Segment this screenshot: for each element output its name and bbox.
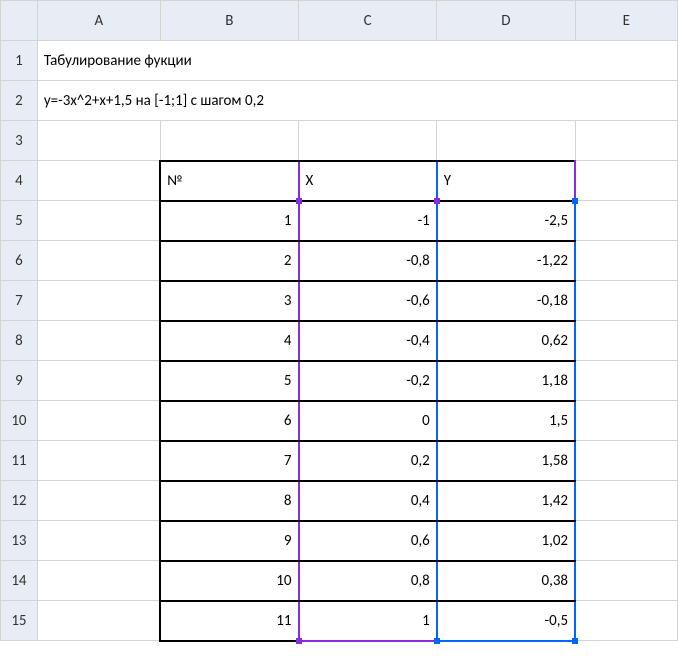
cell-B15[interactable]: 11: [160, 601, 298, 641]
cell-E11[interactable]: [575, 441, 677, 481]
row-header-5[interactable]: 5: [1, 201, 38, 241]
cell-A10[interactable]: [37, 401, 160, 441]
col-header-D[interactable]: D: [437, 1, 575, 41]
cell-C9[interactable]: -0,2: [299, 361, 437, 401]
cell-C14[interactable]: 0,8: [299, 561, 437, 601]
cell-C7[interactable]: -0,6: [299, 281, 437, 321]
cell-D5[interactable]: -2,5: [437, 201, 575, 241]
cell-C10[interactable]: 0: [299, 401, 437, 441]
cell-C6[interactable]: -0,8: [299, 241, 437, 281]
row-header-10[interactable]: 10: [1, 401, 38, 441]
cell-E15[interactable]: [575, 601, 677, 641]
cell-D12[interactable]: 1,42: [437, 481, 575, 521]
cell-E5[interactable]: [575, 201, 677, 241]
col-header-C[interactable]: C: [299, 1, 437, 41]
row-header-14[interactable]: 14: [1, 561, 38, 601]
cell-A3[interactable]: [37, 121, 160, 161]
cell-A5[interactable]: [37, 201, 160, 241]
cell-D14[interactable]: 0,38: [437, 561, 575, 601]
cell-B8[interactable]: 4: [160, 321, 298, 361]
cell-B5[interactable]: 1: [160, 201, 298, 241]
cell-B6[interactable]: 2: [160, 241, 298, 281]
cell-B9[interactable]: 5: [160, 361, 298, 401]
cell-B13[interactable]: 9: [160, 521, 298, 561]
cell-E3[interactable]: [575, 121, 677, 161]
row-header-15[interactable]: 15: [1, 601, 38, 641]
cell-B11[interactable]: 7: [160, 441, 298, 481]
cell-D11[interactable]: 1,58: [437, 441, 575, 481]
cell-C5[interactable]: -1: [299, 201, 437, 241]
cell-E7[interactable]: [575, 281, 677, 321]
cell-D8[interactable]: 0,62: [437, 321, 575, 361]
cell-E14[interactable]: [575, 561, 677, 601]
cell-E6[interactable]: [575, 241, 677, 281]
cell-D9[interactable]: 1,18: [437, 361, 575, 401]
cell-E4[interactable]: [575, 161, 677, 201]
cell-E13[interactable]: [575, 521, 677, 561]
cell-C4[interactable]: X: [299, 161, 437, 201]
col-header-B[interactable]: B: [160, 1, 298, 41]
cell-C15[interactable]: 1: [299, 601, 437, 641]
cell-A4[interactable]: [37, 161, 160, 201]
cell-C11[interactable]: 0,2: [299, 441, 437, 481]
cell-D6[interactable]: -1,22: [437, 241, 575, 281]
cell-E10[interactable]: [575, 401, 677, 441]
cell-C8[interactable]: -0,4: [299, 321, 437, 361]
row-header-8[interactable]: 8: [1, 321, 38, 361]
cell-B4[interactable]: №: [160, 161, 298, 201]
cell-B7[interactable]: 3: [160, 281, 298, 321]
cell-E8[interactable]: [575, 321, 677, 361]
cell-A12[interactable]: [37, 481, 160, 521]
cell-A1[interactable]: Табулирование фукции: [37, 41, 677, 81]
cell-A14[interactable]: [37, 561, 160, 601]
cell-B14[interactable]: 10: [160, 561, 298, 601]
row-header-3[interactable]: 3: [1, 121, 38, 161]
row-header-9[interactable]: 9: [1, 361, 38, 401]
row-header-11[interactable]: 11: [1, 441, 38, 481]
cell-E12[interactable]: [575, 481, 677, 521]
col-header-A[interactable]: A: [37, 1, 160, 41]
cell-A9[interactable]: [37, 361, 160, 401]
cell-A11[interactable]: [37, 441, 160, 481]
cell-A6[interactable]: [37, 241, 160, 281]
cell-D4[interactable]: Y: [437, 161, 575, 201]
row-header-2[interactable]: 2: [1, 81, 38, 121]
row-header-6[interactable]: 6: [1, 241, 38, 281]
cell-B10[interactable]: 6: [160, 401, 298, 441]
cell-D15[interactable]: -0,5: [437, 601, 575, 641]
cell-C12[interactable]: 0,4: [299, 481, 437, 521]
cell-D13[interactable]: 1,02: [437, 521, 575, 561]
cell-C3[interactable]: [299, 121, 437, 161]
cell-A13[interactable]: [37, 521, 160, 561]
col-header-E[interactable]: E: [575, 1, 677, 41]
row-header-13[interactable]: 13: [1, 521, 38, 561]
spreadsheet-grid[interactable]: A B C D E 1 Табулирование фукции 2 y=-3x…: [0, 0, 678, 642]
cell-B12[interactable]: 8: [160, 481, 298, 521]
row-header-4[interactable]: 4: [1, 161, 38, 201]
cell-E9[interactable]: [575, 361, 677, 401]
row-header-7[interactable]: 7: [1, 281, 38, 321]
cell-B3[interactable]: [160, 121, 298, 161]
cell-D7[interactable]: -0,18: [437, 281, 575, 321]
cell-A8[interactable]: [37, 321, 160, 361]
cell-D10[interactable]: 1,5: [437, 401, 575, 441]
cell-D3[interactable]: [437, 121, 575, 161]
cell-A15[interactable]: [37, 601, 160, 641]
row-header-12[interactable]: 12: [1, 481, 38, 521]
cell-C13[interactable]: 0,6: [299, 521, 437, 561]
cell-A7[interactable]: [37, 281, 160, 321]
row-header-1[interactable]: 1: [1, 41, 38, 81]
corner-cell[interactable]: [1, 1, 38, 41]
cell-A2[interactable]: y=-3x^2+x+1,5 на [-1;1] с шагом 0,2: [37, 81, 677, 121]
